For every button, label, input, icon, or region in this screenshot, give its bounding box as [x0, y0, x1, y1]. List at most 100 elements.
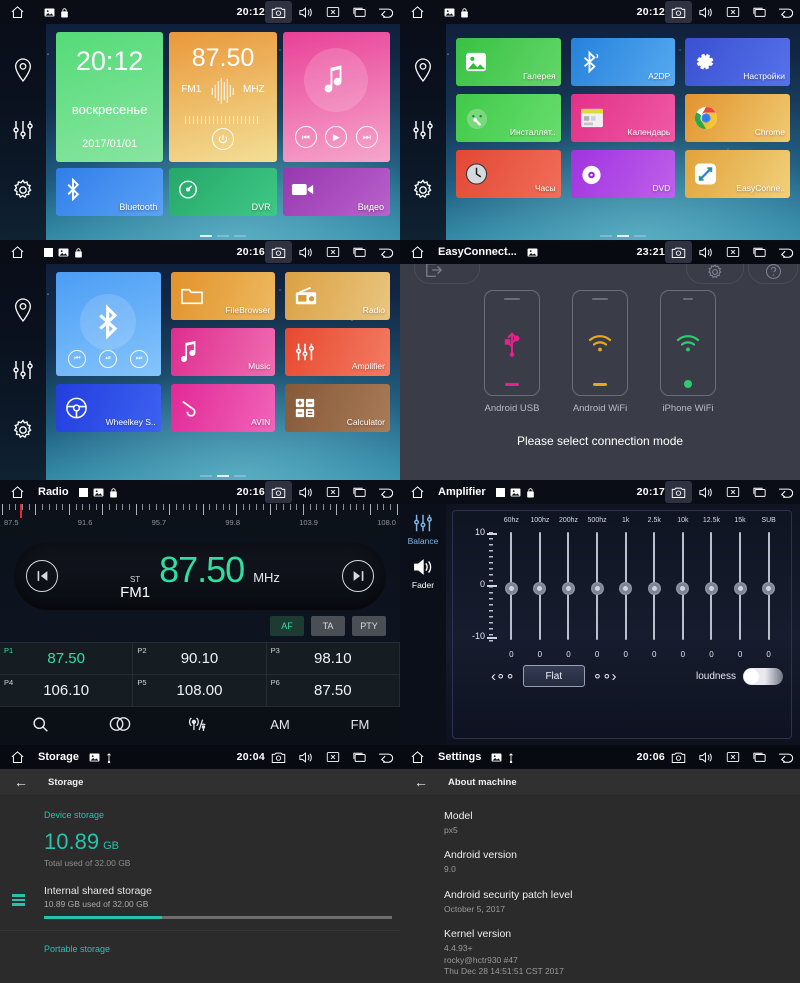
page-indicator[interactable]: [46, 475, 400, 477]
sidebar-item-settings[interactable]: [411, 178, 435, 207]
preset-p3[interactable]: P3 98.10: [266, 643, 400, 675]
loudness-toggle[interactable]: [743, 667, 783, 685]
frequency-scale[interactable]: 87.5 91.6 95.7 99.8 103.9 108.0: [0, 504, 400, 536]
mode-android-usb[interactable]: Android USB: [484, 290, 540, 414]
pty-button[interactable]: PTY: [352, 616, 386, 636]
back-icon[interactable]: [773, 0, 800, 24]
volume-icon[interactable]: [292, 0, 319, 24]
power-icon[interactable]: [211, 128, 234, 150]
recents-icon[interactable]: [746, 240, 773, 264]
eq-slider-15k[interactable]: [726, 528, 755, 648]
back-icon[interactable]: [773, 745, 800, 769]
home-icon[interactable]: [0, 750, 34, 765]
mute-icon[interactable]: [319, 240, 346, 264]
sidebar-item-navigation[interactable]: [12, 297, 34, 328]
next-track-icon[interactable]: ⏭: [130, 350, 149, 368]
mute-icon[interactable]: [319, 480, 346, 504]
tile-dvr[interactable]: DVR: [169, 168, 277, 216]
music-widget[interactable]: ⏮ ▶ ⏭: [282, 32, 390, 162]
chevron-right-icon[interactable]: ∘∘›: [593, 667, 617, 685]
volume-icon[interactable]: [692, 480, 719, 504]
home-icon[interactable]: [0, 5, 34, 20]
app-tile-gallery[interactable]: Галерея: [456, 38, 561, 86]
camera-icon[interactable]: [265, 1, 292, 23]
prev-station-button[interactable]: [26, 560, 58, 592]
radio-widget[interactable]: 87.50 FM1 MHZ: [169, 32, 277, 162]
camera-icon[interactable]: [665, 481, 692, 503]
sidebar-item-fader[interactable]: Fader: [412, 556, 434, 590]
mode-iphone-wifi[interactable]: iPhone WiFi: [660, 290, 716, 414]
back-arrow-icon[interactable]: ←: [414, 774, 428, 790]
about-item-kernel-version[interactable]: Kernel version 4.4.93+ rocky@hctr930 #47…: [444, 928, 800, 977]
mute-icon[interactable]: [319, 745, 346, 769]
back-icon[interactable]: [773, 480, 800, 504]
app-tile-calculator[interactable]: Calculator: [285, 384, 390, 432]
back-icon[interactable]: [773, 240, 800, 264]
home-icon[interactable]: [0, 485, 34, 500]
mute-icon[interactable]: [719, 0, 746, 24]
camera-icon[interactable]: [665, 241, 692, 263]
home-icon[interactable]: [0, 245, 34, 260]
search-button[interactable]: [0, 716, 80, 733]
back-icon[interactable]: [373, 0, 400, 24]
af-button[interactable]: AF: [270, 616, 304, 636]
volume-icon[interactable]: [692, 745, 719, 769]
recents-icon[interactable]: [346, 0, 373, 24]
app-tile-radio[interactable]: Radio: [285, 272, 390, 320]
app-tile-filebrowser[interactable]: FileBrowser: [170, 272, 276, 320]
app-tile-settings[interactable]: Настройки: [685, 38, 790, 86]
recents-icon[interactable]: [746, 745, 773, 769]
next-track-icon[interactable]: ⏭: [355, 126, 378, 148]
recents-icon[interactable]: [346, 745, 373, 769]
storage-item-internal[interactable]: Internal shared storage 10.89 GB used of…: [12, 885, 400, 919]
chevron-left-icon[interactable]: ‹∘∘: [491, 667, 515, 685]
page-indicator[interactable]: [46, 235, 400, 237]
preset-p6[interactable]: P6 87.50: [266, 675, 400, 707]
home-icon[interactable]: [400, 750, 434, 765]
mode-android-wifi[interactable]: Android WiFi: [572, 290, 628, 414]
stereo-button[interactable]: [80, 716, 160, 732]
eq-slider-1k[interactable]: [611, 528, 640, 648]
mute-icon[interactable]: [719, 480, 746, 504]
about-item-android-version[interactable]: Android version 9.0: [444, 849, 800, 875]
app-tile-calendar[interactable]: Календарь: [570, 94, 676, 142]
recents-icon[interactable]: [746, 0, 773, 24]
home-icon[interactable]: [400, 485, 434, 500]
eq-slider-100hz[interactable]: [526, 528, 555, 648]
volume-icon[interactable]: [292, 480, 319, 504]
eq-slider-10k[interactable]: [669, 528, 698, 648]
app-tile-music[interactable]: Music: [170, 328, 276, 376]
app-tile-clock[interactable]: Часы: [456, 150, 561, 198]
clock-widget[interactable]: 20:12 воскресенье 2017/01/01: [56, 32, 164, 162]
eq-slider-sub[interactable]: [754, 528, 783, 648]
preset-name-button[interactable]: Flat: [522, 665, 585, 687]
prev-track-icon[interactable]: ⏮: [68, 350, 87, 368]
bluetooth-widget[interactable]: ⏮ ⏯ ⏭: [56, 272, 161, 376]
prev-track-icon[interactable]: ⏮: [294, 126, 317, 148]
app-tile-wheelkey[interactable]: Wheelkey S..: [56, 384, 161, 432]
back-arrow-icon[interactable]: ←: [14, 774, 28, 790]
eq-slider-12-5k[interactable]: [697, 528, 726, 648]
mute-icon[interactable]: [719, 745, 746, 769]
ta-button[interactable]: TA: [311, 616, 345, 636]
back-icon[interactable]: [373, 745, 400, 769]
play-icon[interactable]: ▶: [325, 126, 348, 148]
sidebar-item-navigation[interactable]: [12, 57, 34, 88]
about-item-security-patch[interactable]: Android security patch level October 5, …: [444, 889, 800, 915]
app-tile-dvd[interactable]: DVD: [570, 150, 676, 198]
app-tile-amplifier[interactable]: Amplifier: [285, 328, 390, 376]
home-icon[interactable]: [400, 245, 434, 260]
sidebar-item-navigation[interactable]: [412, 57, 434, 88]
about-item-model[interactable]: Model px5: [444, 810, 800, 836]
next-station-button[interactable]: [342, 560, 374, 592]
play-pause-icon[interactable]: ⏯: [99, 350, 118, 368]
volume-icon[interactable]: [692, 240, 719, 264]
app-tile-avin[interactable]: AVIN: [170, 384, 276, 432]
preset-p5[interactable]: P5 108.00: [133, 675, 267, 707]
back-icon[interactable]: [373, 480, 400, 504]
fm-button[interactable]: FM: [320, 717, 400, 732]
eq-slider-2-5k[interactable]: [640, 528, 669, 648]
tile-video[interactable]: Видео: [282, 168, 390, 216]
camera-icon[interactable]: [265, 745, 292, 769]
app-tile-installer[interactable]: Инсталлят..: [456, 94, 561, 142]
